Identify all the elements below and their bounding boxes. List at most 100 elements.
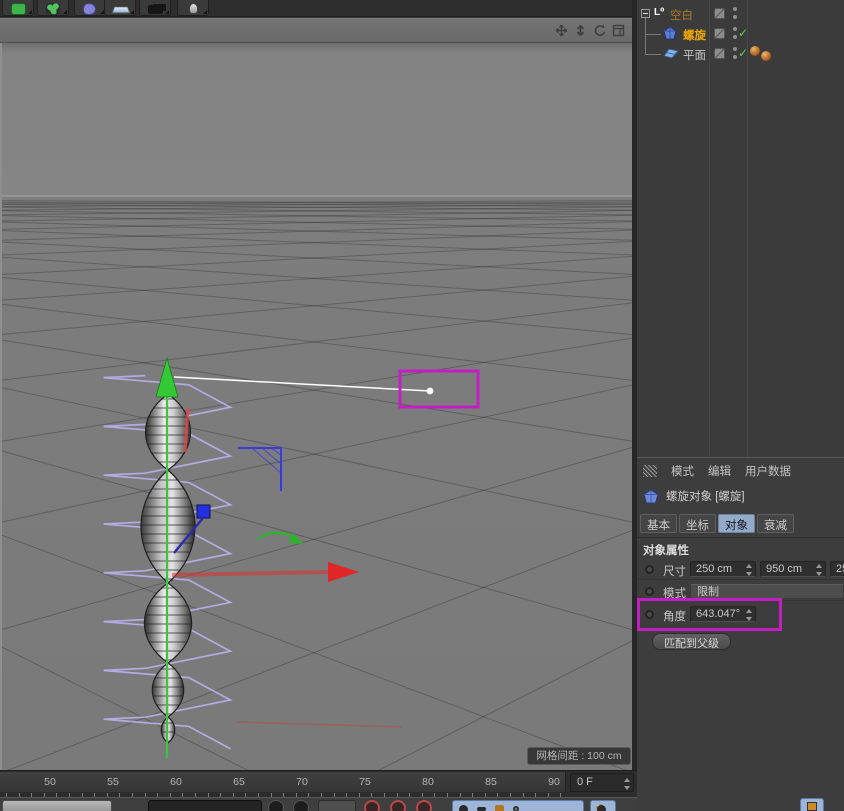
- angle-row: 角度 643.047°: [637, 604, 844, 624]
- panel-corner-button[interactable]: [800, 798, 824, 811]
- size-z-field[interactable]: 25: [830, 561, 844, 577]
- range-field[interactable]: [148, 800, 262, 811]
- match-to-parent-button[interactable]: 匹配到父级: [652, 633, 731, 650]
- key-rotation-icon: [495, 805, 504, 811]
- section-title: 对象属性: [643, 542, 689, 558]
- ruler-tick-label: 70: [296, 776, 308, 788]
- spline-icon: [83, 3, 96, 15]
- viewport-scene: [2, 43, 632, 770]
- object-label[interactable]: 平面: [683, 47, 706, 63]
- ruler-tick-label: 75: [359, 776, 371, 788]
- record-button[interactable]: [416, 800, 432, 811]
- array-icon: [46, 3, 60, 14]
- object-label-selected[interactable]: 螺旋: [683, 27, 706, 43]
- om-column-divider: [747, 0, 748, 457]
- om-column-divider: [709, 0, 710, 457]
- keyframe-circle-icon[interactable]: [645, 587, 654, 596]
- record-button[interactable]: [364, 800, 380, 811]
- timeline: 505560657075808590 0 F: [0, 770, 637, 797]
- tab-coords[interactable]: 坐标: [679, 514, 716, 533]
- right-panel: L⁰ 空白 螺旋 ✓ 平面 ✓: [637, 0, 844, 811]
- spline-tool-button[interactable]: [74, 0, 106, 16]
- angle-label: 角度: [663, 608, 686, 624]
- ruler-tick-label: 50: [44, 776, 56, 788]
- viewport-3d[interactable]: 网格间距 : 100 cm: [0, 43, 632, 770]
- ruler-tick-label: 60: [170, 776, 182, 788]
- menu-mode[interactable]: 模式: [671, 463, 694, 479]
- collapse-toggle-icon[interactable]: [641, 9, 650, 18]
- animation-toolbar: [0, 797, 637, 811]
- object-manager: L⁰ 空白 螺旋 ✓ 平面 ✓: [637, 0, 844, 457]
- stepper-icon[interactable]: [622, 778, 631, 790]
- object-row-plane[interactable]: 平面 ✓: [637, 44, 844, 64]
- key-scale-icon: [477, 807, 486, 811]
- record-button[interactable]: [390, 800, 406, 811]
- folder-icon: [807, 802, 817, 811]
- rotate-icon[interactable]: [592, 23, 607, 38]
- light-bulb-icon: [189, 3, 198, 14]
- cube-tool-button[interactable]: [2, 0, 34, 16]
- transport-next-button[interactable]: [293, 800, 309, 811]
- object-row-null[interactable]: L⁰ 空白: [637, 4, 844, 24]
- mode-label: 模式: [663, 585, 686, 601]
- maximize-icon[interactable]: [611, 23, 626, 38]
- autokey-button[interactable]: [590, 800, 616, 811]
- grid-spacing-label: 网格间距 : 100 cm: [527, 747, 631, 765]
- transport-play-button[interactable]: [268, 800, 284, 811]
- light-tool-button[interactable]: [177, 0, 209, 16]
- floor-tool-button[interactable]: [104, 0, 136, 16]
- attribute-menu-bar: 模式 编辑 用户数据: [637, 462, 844, 480]
- size-x-field[interactable]: 250 cm: [690, 561, 756, 577]
- tab-basic[interactable]: 基本: [640, 514, 677, 533]
- mode-dropdown[interactable]: 限制: [690, 584, 844, 599]
- stepper-icon[interactable]: [744, 564, 753, 576]
- material-tag-icon[interactable]: [750, 46, 760, 56]
- pan-icon[interactable]: [554, 23, 569, 38]
- menu-edit[interactable]: 编辑: [708, 463, 731, 479]
- object-label[interactable]: 空白: [670, 7, 693, 23]
- tab-falloff[interactable]: 衰减: [757, 514, 794, 533]
- transport-end-button[interactable]: [318, 800, 356, 811]
- timeline-ruler[interactable]: 505560657075808590: [0, 772, 566, 792]
- enable-checkmark-icon[interactable]: ✓: [738, 46, 748, 60]
- viewport-highlight-box: [400, 371, 478, 407]
- ruler-tick-label: 55: [107, 776, 119, 788]
- keyframe-circle-icon[interactable]: [645, 610, 654, 619]
- attribute-manager: 模式 编辑 用户数据 螺旋对象 [螺旋] 基本 坐标 对象 衰减 对象属性 尺寸…: [637, 457, 844, 811]
- object-row-spiral[interactable]: 螺旋 ✓: [637, 24, 844, 44]
- zoom-icon[interactable]: [573, 23, 588, 38]
- top-toolbar: [0, 0, 632, 17]
- stepper-icon[interactable]: [744, 609, 753, 621]
- camera-tool-button[interactable]: [139, 0, 171, 16]
- timeline-slider[interactable]: [2, 800, 112, 811]
- enable-checkmark-icon[interactable]: ✓: [738, 26, 748, 40]
- size-row: 尺寸 250 cm 950 cm 25: [637, 560, 844, 580]
- layer-swatch[interactable]: [714, 8, 725, 19]
- viewport-titlebar: [0, 18, 632, 43]
- layer-swatch[interactable]: [714, 48, 725, 59]
- menu-user-data[interactable]: 用户数据: [745, 463, 791, 479]
- attribute-tabs: 基本 坐标 对象 衰减: [640, 514, 794, 533]
- layer-swatch[interactable]: [714, 28, 725, 39]
- ruler-tick-label: 80: [422, 776, 434, 788]
- angle-field[interactable]: 643.047°: [690, 606, 756, 622]
- size-y-field[interactable]: 950 cm: [760, 561, 826, 577]
- stepper-icon[interactable]: [814, 564, 823, 576]
- drag-handle-icon[interactable]: [643, 465, 657, 477]
- tab-object[interactable]: 对象: [718, 514, 755, 533]
- array-tool-button[interactable]: [37, 0, 69, 16]
- floor-icon: [111, 7, 130, 14]
- spiral-object-icon: [643, 489, 659, 504]
- ruler-tick-label: 65: [233, 776, 245, 788]
- application-window: 网格间距 : 100 cm L⁰ 空白 螺旋 ✓: [0, 0, 844, 811]
- null-object-icon: L⁰: [654, 7, 665, 18]
- spline-object-icon: [663, 26, 677, 40]
- ruler-tick-label: 90: [548, 776, 560, 788]
- key-position-icon: [459, 805, 468, 811]
- current-frame-field[interactable]: 0 F: [570, 773, 634, 792]
- plane-object-icon: [663, 47, 679, 60]
- material-tag-icon[interactable]: [761, 51, 771, 61]
- keying-toggle-group[interactable]: [452, 800, 584, 811]
- cube-icon: [11, 3, 26, 15]
- keyframe-circle-icon[interactable]: [645, 565, 654, 574]
